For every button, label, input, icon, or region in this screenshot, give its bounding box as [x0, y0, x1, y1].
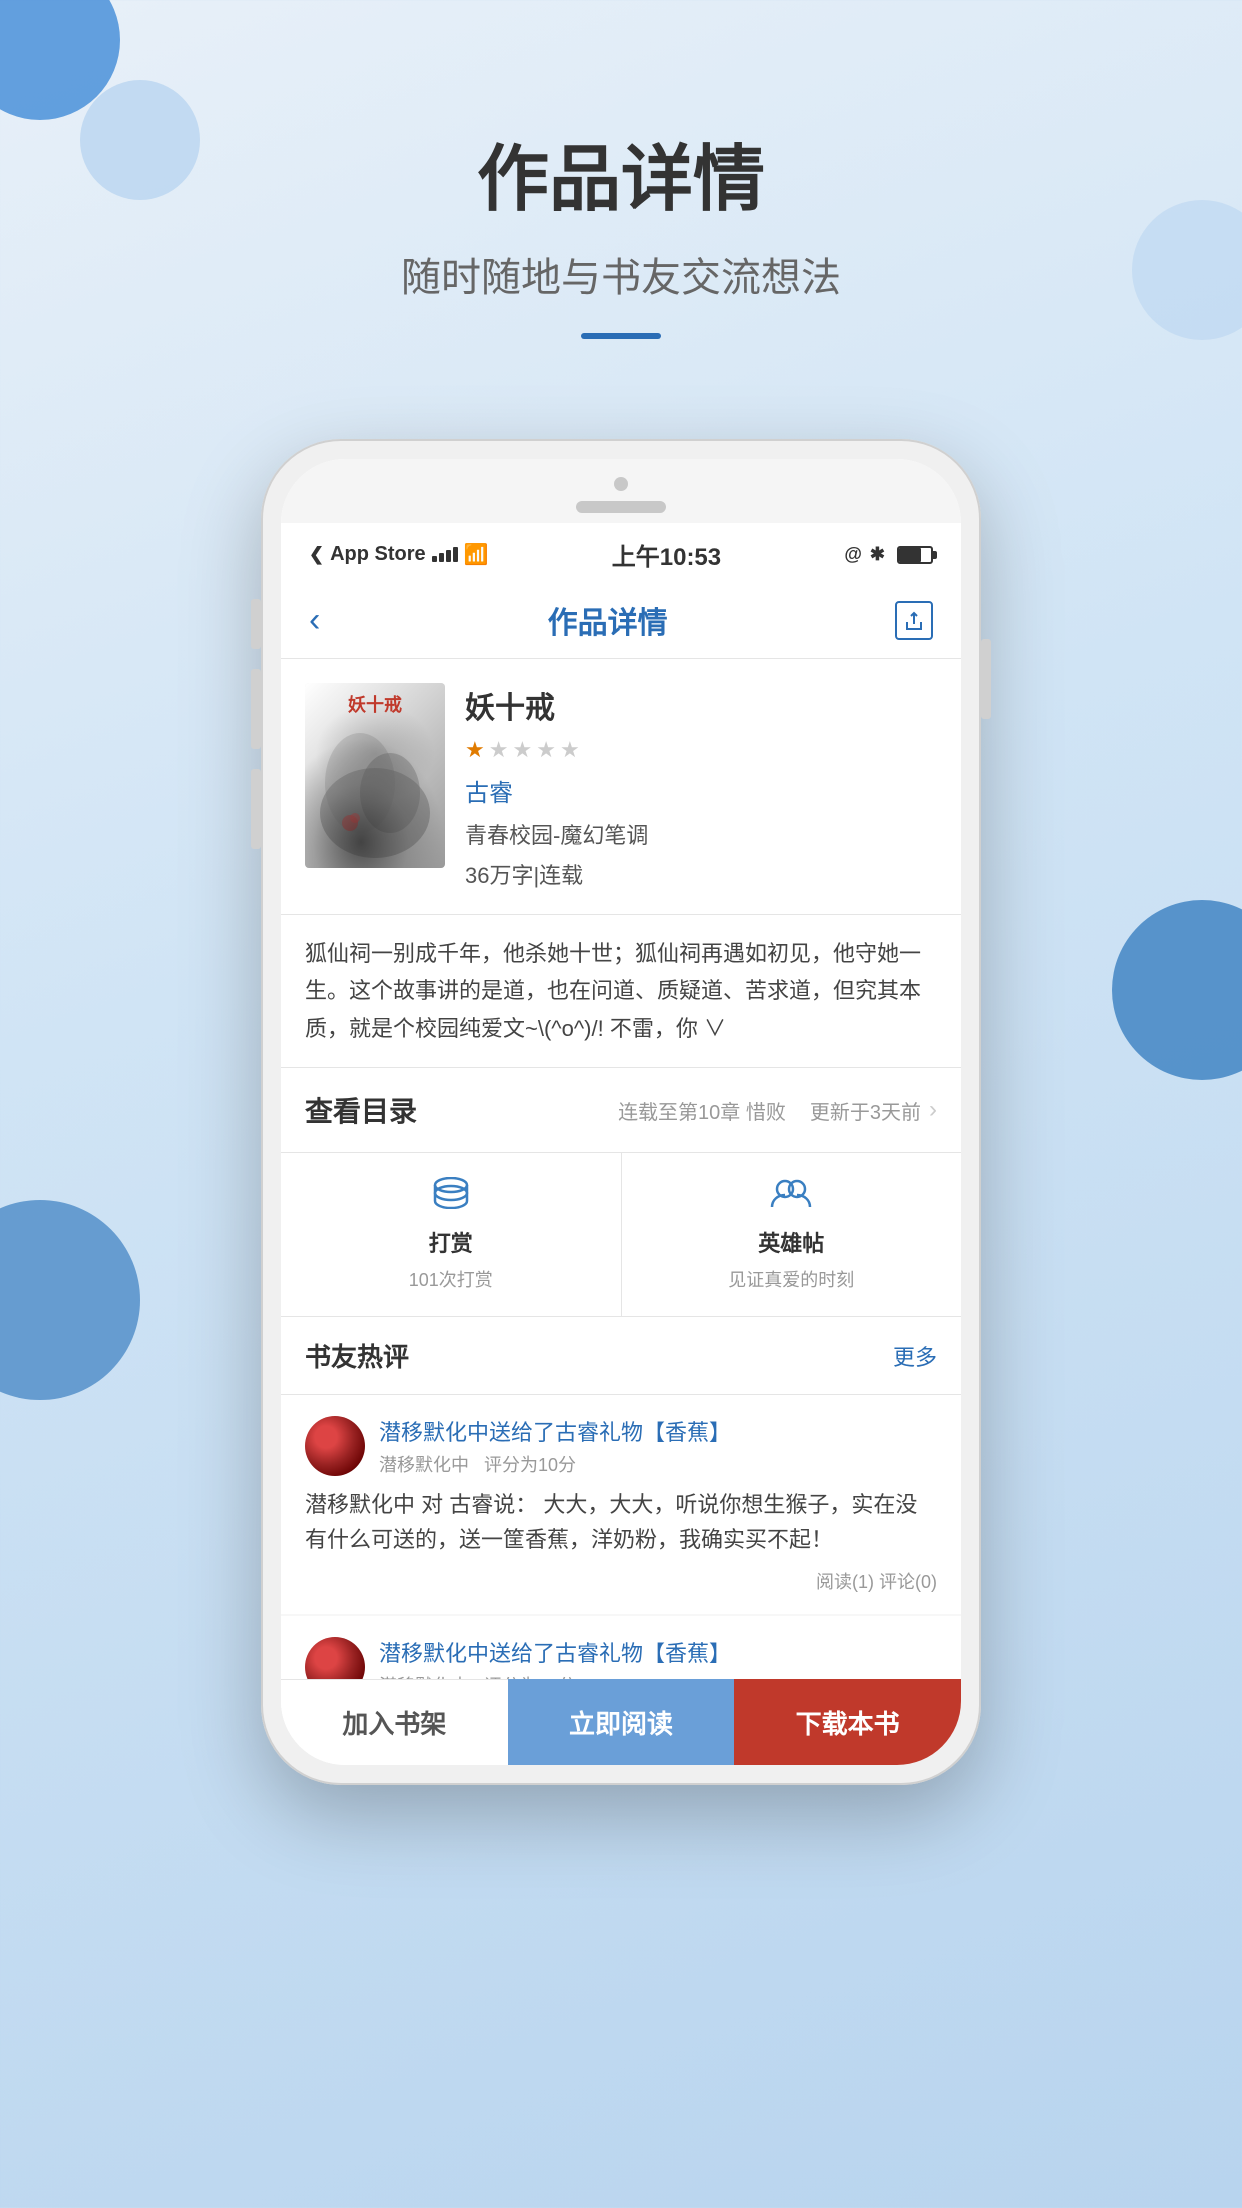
- book-details: 妖十戒 ★ ★ ★ ★ ★ 古睿 青春校园-魔幻笔调 36万字|连载: [465, 683, 937, 890]
- review-item-1: 潜移默化中送给了古睿礼物【香蕉】 潜移默化中 评分为10分 潜移默化中 对 古睿…: [281, 1395, 961, 1613]
- battery-fill: [899, 548, 921, 562]
- bluetooth-icon: ✱: [870, 544, 885, 565]
- review-meta-1: 潜移默化中 评分为10分: [379, 1451, 937, 1477]
- tip-icon: [432, 1177, 470, 1218]
- review-avatar-1: [305, 1416, 365, 1476]
- signal-icon: [432, 547, 458, 562]
- reviews-more-button[interactable]: 更多: [893, 1340, 937, 1372]
- carrier-back-icon: ❮: [309, 544, 324, 565]
- share-button[interactable]: [895, 601, 933, 640]
- book-author[interactable]: 古睿: [465, 773, 937, 808]
- hero-post-sublabel: 见证真爱的时刻: [728, 1266, 854, 1292]
- wifi-icon: 📶: [464, 542, 489, 567]
- phone-screen: ❮ App Store 📶 上午10:53 @ ✱: [281, 459, 961, 1765]
- toc-updated: 更新于3天前: [810, 1096, 921, 1125]
- app-nav-bar: ‹ 作品详情: [281, 582, 961, 659]
- back-button[interactable]: ‹: [309, 601, 320, 640]
- star-1: ★: [465, 737, 485, 763]
- review-content-1: 潜移默化中 对 古睿说： 大大，大大，听说你想生猴子，实在没有什么可送的，送一筐…: [305, 1487, 937, 1557]
- star-2: ★: [489, 737, 509, 763]
- carrier-label: App Store: [330, 543, 426, 566]
- star-5: ★: [560, 737, 580, 763]
- toc-label: 查看目录: [305, 1090, 417, 1130]
- book-cover-title-text: 妖十戒: [348, 691, 402, 717]
- book-info-section: 妖十戒 妖十戒: [281, 659, 961, 915]
- add-shelf-button[interactable]: 加入书架: [281, 1679, 508, 1765]
- status-time: 上午10:53: [612, 537, 721, 572]
- toc-chapter: 连载至第10章 惜败: [618, 1096, 786, 1125]
- book-description: 狐仙祠一别成千年，他杀她十世；狐仙祠再遇如初见，他守她一生。这个故事讲的是道，也…: [281, 915, 961, 1068]
- bottom-bar: 加入书架 立即阅读 下载本书: [281, 1679, 961, 1765]
- phone-mute-button: [251, 599, 261, 649]
- book-genre: 青春校园-魔幻笔调: [465, 818, 937, 850]
- title-divider: [581, 333, 661, 339]
- phone-power-button: [981, 639, 991, 719]
- review-read-count-1: 阅读(1): [816, 1572, 874, 1592]
- toc-row[interactable]: 查看目录 连载至第10章 惜败 更新于3天前 ›: [281, 1068, 961, 1153]
- front-camera: [614, 477, 628, 491]
- tip-action[interactable]: 打赏 101次打赏: [281, 1153, 621, 1316]
- bg-decoration-2: [80, 80, 200, 200]
- star-4: ★: [536, 737, 556, 763]
- phone-speaker: [576, 501, 666, 513]
- phone-top-area: [281, 459, 961, 523]
- phone-wrapper: ❮ App Store 📶 上午10:53 @ ✱: [0, 439, 1242, 1785]
- review-user-1: 潜移默化中: [379, 1455, 469, 1475]
- read-now-button[interactable]: 立即阅读: [508, 1679, 735, 1765]
- hero-post-icon: [770, 1177, 812, 1218]
- review-title-row-1: 潜移默化中送给了古睿礼物【香蕉】 潜移默化中 评分为10分: [379, 1415, 937, 1477]
- phone-mockup: ❮ App Store 📶 上午10:53 @ ✱: [261, 439, 981, 1785]
- review-comment-count-1: 评论(0): [879, 1572, 937, 1592]
- location-icon: @: [844, 544, 862, 565]
- avatar-berries-1: [305, 1416, 365, 1476]
- book-cover-art: 妖十戒: [305, 683, 445, 868]
- phone-volume-up-button: [251, 669, 261, 749]
- toc-chevron: ›: [929, 1096, 937, 1124]
- book-word-count: 36万字|连载: [465, 858, 937, 890]
- toc-info: 连载至第10章 惜败 更新于3天前 ›: [618, 1096, 937, 1125]
- review-title-1[interactable]: 潜移默化中送给了古睿礼物【香蕉】: [379, 1415, 937, 1447]
- tip-sublabel: 101次打赏: [409, 1266, 493, 1292]
- reviews-header: 书友热评 更多: [281, 1317, 961, 1395]
- book-desc-text: 狐仙祠一别成千年，他杀她十世；狐仙祠再遇如初见，他守她一生。这个故事讲的是道，也…: [305, 941, 921, 1041]
- battery-icon: [897, 546, 933, 564]
- reviews-title: 书友热评: [305, 1337, 409, 1374]
- status-right: @ ✱: [844, 544, 933, 565]
- review-rating-1: 评分为10分: [484, 1455, 576, 1475]
- status-left: ❮ App Store 📶: [309, 542, 489, 567]
- download-button[interactable]: 下载本书: [734, 1679, 961, 1765]
- book-rating: ★ ★ ★ ★ ★: [465, 737, 937, 763]
- phone-volume-down-button: [251, 769, 261, 849]
- page-subtitle: 随时随地与书友交流想法: [0, 245, 1242, 303]
- review-header-1: 潜移默化中送给了古睿礼物【香蕉】 潜移默化中 评分为10分: [305, 1415, 937, 1477]
- review-title-2[interactable]: 潜移默化中送给了古睿礼物【香蕉】: [379, 1636, 937, 1668]
- hero-post-label: 英雄帖: [758, 1226, 824, 1258]
- star-3: ★: [512, 737, 532, 763]
- actions-row: 打赏 101次打赏 英雄帖 见证真爱的时刻: [281, 1153, 961, 1317]
- review-footer-1: 阅读(1) 评论(0): [305, 1568, 937, 1594]
- tip-label: 打赏: [429, 1226, 473, 1258]
- page-header: 作品详情 随时随地与书友交流想法: [0, 0, 1242, 379]
- cover-ink-svg: [310, 703, 440, 863]
- book-name: 妖十戒: [465, 683, 937, 727]
- status-bar: ❮ App Store 📶 上午10:53 @ ✱: [281, 523, 961, 582]
- hero-post-action[interactable]: 英雄帖 见证真爱的时刻: [621, 1153, 962, 1316]
- book-cover: 妖十戒: [305, 683, 445, 868]
- nav-title: 作品详情: [548, 598, 668, 642]
